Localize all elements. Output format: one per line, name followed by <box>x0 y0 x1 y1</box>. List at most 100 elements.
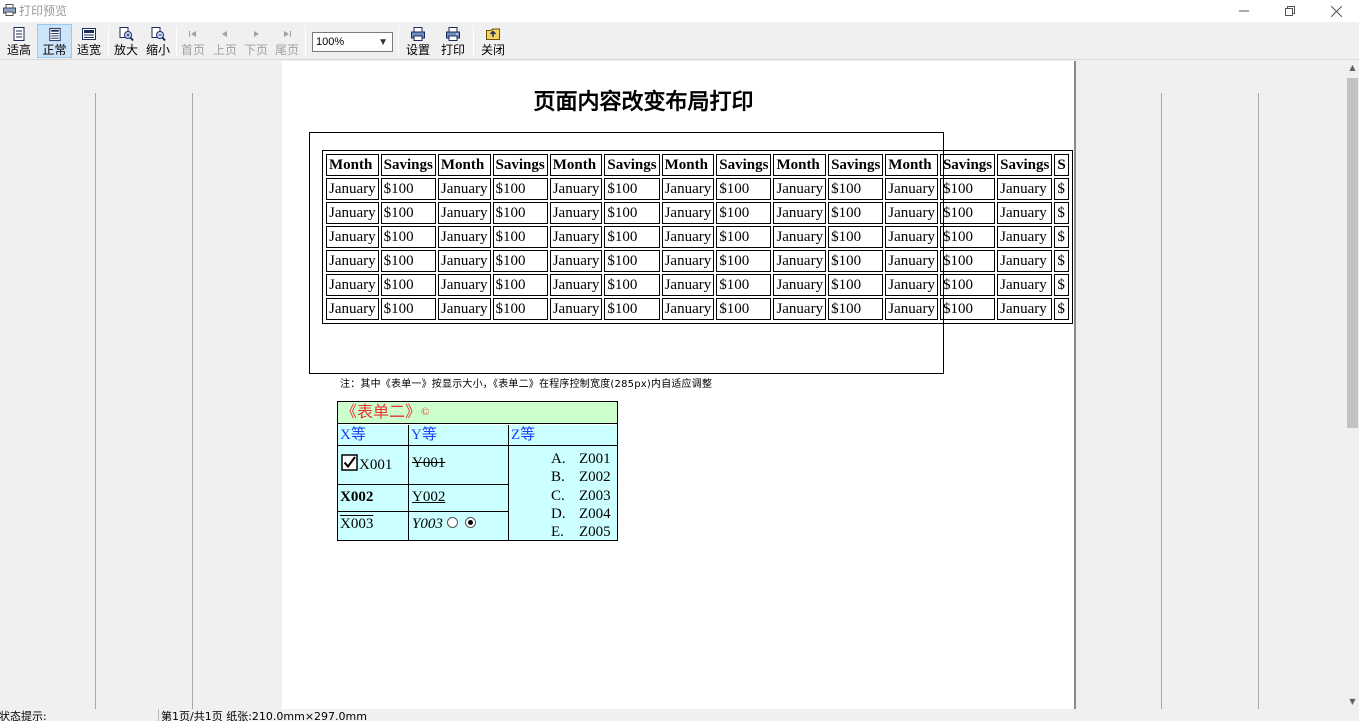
form1-cell: January <box>549 202 603 224</box>
vertical-scrollbar[interactable]: ▲ ▼ <box>1346 61 1359 709</box>
form1-cell: $ <box>1054 298 1069 320</box>
form1-cell: $100 <box>604 250 660 272</box>
form1-header-cell: Savings <box>380 154 436 176</box>
scroll-up-icon[interactable]: ▲ <box>1346 61 1359 75</box>
form2-col-x: X等 <box>338 425 409 446</box>
first-page-button[interactable]: 首页 <box>179 24 207 58</box>
form1-cell: January <box>326 226 379 248</box>
form1-cell: January <box>885 226 938 248</box>
form1-cell: $100 <box>492 298 548 320</box>
form1-cell: January <box>549 250 603 272</box>
page-guide-line <box>1161 93 1162 709</box>
list-item: B. Z002 <box>551 469 611 486</box>
form1-cell: January <box>997 226 1053 248</box>
form1-cell: $ <box>1054 274 1069 296</box>
form1-cell: $100 <box>828 202 884 224</box>
form1-cell: $100 <box>604 298 660 320</box>
restore-button[interactable] <box>1267 0 1313 22</box>
form1-cell: January <box>997 298 1053 320</box>
scroll-down-icon[interactable]: ▼ <box>1346 695 1359 709</box>
form1-cell: January <box>326 202 379 224</box>
form1-cell: January <box>437 178 491 200</box>
form1-cell: $100 <box>939 274 996 296</box>
form1-cell: $100 <box>939 298 996 320</box>
form1-cell: January <box>661 226 715 248</box>
radio-checked[interactable] <box>464 517 476 528</box>
form1-cell: January <box>885 178 938 200</box>
minimize-button[interactable] <box>1221 0 1267 22</box>
zoom-in-button[interactable]: 放大 <box>112 24 140 58</box>
prev-page-button[interactable]: 上页 <box>211 24 239 58</box>
zoom-out-icon <box>151 27 166 42</box>
form1-cell: $100 <box>380 250 436 272</box>
form1-cell: January <box>773 298 827 320</box>
restore-icon <box>1285 6 1295 16</box>
form1-table: Month Savings Month Savings Month Savings Mont… <box>322 150 1073 324</box>
zoom-select[interactable]: 100% ▼ <box>312 32 393 52</box>
scroll-thumb[interactable] <box>1347 78 1358 428</box>
status-hint: 状态提示: <box>0 710 47 721</box>
form1-cell: January <box>437 250 491 272</box>
toolbar-separator <box>108 26 109 56</box>
prev-page-icon <box>222 31 227 37</box>
close-preview-button[interactable]: 关闭 <box>478 24 508 58</box>
form1-header-cell: Savings <box>604 154 660 176</box>
form2-col-z: Z等 <box>509 425 617 446</box>
form1-cell: January <box>997 178 1053 200</box>
last-page-button[interactable]: 尾页 <box>273 24 301 58</box>
form1-cell: $100 <box>380 226 436 248</box>
printer-app-icon <box>3 4 16 16</box>
form2-cell-x2: X002 <box>338 485 409 512</box>
form1-cell: $100 <box>828 274 884 296</box>
preview-area[interactable]: 页面内容改变布局打印 Month Savings Month Savings Month… <box>0 61 1346 709</box>
table-row: January $100 January $100 January $100 January… <box>326 250 1069 272</box>
zoom-out-button[interactable]: 缩小 <box>143 24 173 58</box>
fit-width-button[interactable]: 适宽 <box>74 24 104 58</box>
printer-icon <box>446 27 460 41</box>
form1-cell: $100 <box>492 250 548 272</box>
form1-cell: January <box>885 298 938 320</box>
table-row: January $100 January $100 January $100 January… <box>326 298 1069 320</box>
normal-view-button[interactable]: 正常 <box>37 24 72 58</box>
form1-header-cell: Month <box>661 154 715 176</box>
page-guide-line <box>1258 93 1259 709</box>
form1-cell: $100 <box>604 178 660 200</box>
form1-header-cell: Month <box>437 154 491 176</box>
fit-height-button[interactable]: 适高 <box>4 24 34 58</box>
fit-width-icon <box>82 28 96 40</box>
form1-cell: $100 <box>716 178 772 200</box>
form1-cell: $100 <box>716 202 772 224</box>
form1-cell: $100 <box>939 178 996 200</box>
printer-settings-icon <box>411 27 425 41</box>
form1-cell: $100 <box>492 274 548 296</box>
form1-cell: $ <box>1054 226 1069 248</box>
table-row: January $100 January $100 January $100 January… <box>326 274 1069 296</box>
form1-cell: $100 <box>716 250 772 272</box>
list-item: A. Z001 <box>551 451 611 467</box>
form1-cell: $100 <box>828 250 884 272</box>
checkbox-checked-icon[interactable] <box>341 454 358 471</box>
print-settings-button[interactable]: 设置 <box>403 24 433 58</box>
form1-cell: January <box>549 274 603 296</box>
radio-unchecked[interactable] <box>446 517 458 528</box>
form1-cell: $100 <box>716 226 772 248</box>
form1-cell: January <box>661 298 715 320</box>
next-page-button[interactable]: 下页 <box>242 24 270 58</box>
form1-cell: $100 <box>828 178 884 200</box>
form1-cell: $100 <box>939 226 996 248</box>
form1-cell: January <box>549 226 603 248</box>
form1-cell: January <box>549 178 603 200</box>
close-window-button[interactable] <box>1313 0 1359 22</box>
form1-cell: $100 <box>939 250 996 272</box>
note-text: 注：其中《表单一》按显示大小，《表单二》在程序控制宽度(285px)内自适应调整 <box>340 379 713 390</box>
form1-cell: January <box>773 226 827 248</box>
form1-cell: January <box>661 250 715 272</box>
chevron-down-icon: ▼ <box>378 37 388 48</box>
form1-cell: $100 <box>380 178 436 200</box>
page-title: 页面内容改变布局打印 <box>533 89 754 115</box>
form1-cell: $100 <box>380 202 436 224</box>
form1-header-cell: Savings <box>716 154 772 176</box>
zoom-in-icon <box>119 27 134 42</box>
print-button[interactable]: 打印 <box>438 24 468 58</box>
form2-cell-x1: X001 <box>338 446 409 485</box>
